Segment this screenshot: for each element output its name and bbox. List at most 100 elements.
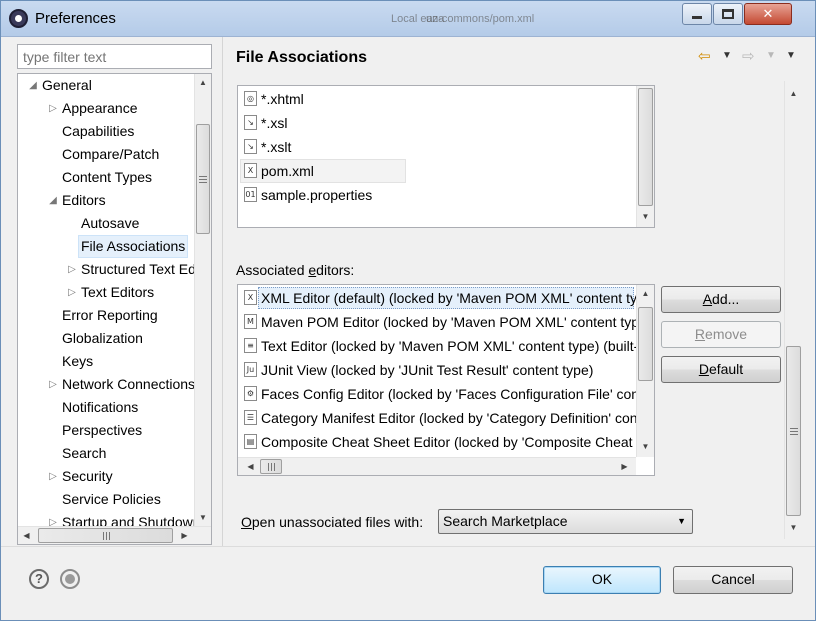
file-type-label: pom.xml bbox=[261, 163, 314, 179]
tree-item-label: Perspectives bbox=[62, 422, 143, 438]
chevron-down-icon: ▼ bbox=[677, 516, 686, 526]
xsl-file-icon: ↘ bbox=[244, 139, 257, 154]
associated-editor-item[interactable]: ▤ Composite Cheat Sheet Editor (locked by… bbox=[244, 431, 636, 453]
associated-editor-item[interactable]: ≡ Text Editor (locked by 'Maven POM XML' … bbox=[244, 335, 636, 357]
tree-collapsed-arrow-icon[interactable]: ▷ bbox=[48, 97, 58, 120]
tree-collapsed-arrow-icon[interactable]: ▷ bbox=[48, 465, 58, 488]
associated-editor-item[interactable]: X XML Editor (default) (locked by 'Maven … bbox=[244, 287, 636, 309]
scroll-down-arrow-icon[interactable]: ▼ bbox=[785, 519, 802, 536]
associated-editor-item[interactable]: M Maven POM Editor (locked by 'Maven POM … bbox=[244, 311, 636, 333]
filter-input[interactable] bbox=[17, 44, 212, 69]
tree-horizontal-scrollbar[interactable]: ◀ ▶ bbox=[18, 526, 211, 544]
tree-item-label: Appearance bbox=[62, 100, 138, 116]
record-macro-icon[interactable] bbox=[60, 569, 80, 589]
scroll-right-arrow-icon[interactable]: ▶ bbox=[176, 527, 193, 544]
add-editor-button[interactable]: Add... bbox=[661, 286, 781, 313]
page-scroll-thumb[interactable] bbox=[786, 346, 801, 516]
scroll-up-arrow-icon[interactable]: ▲ bbox=[785, 85, 802, 102]
associated-editor-item[interactable]: ⚙ Faces Config Editor (locked by 'Faces C… bbox=[244, 383, 636, 405]
scroll-right-arrow-icon[interactable]: ▶ bbox=[616, 458, 633, 475]
category-manifest-icon: ☰ bbox=[244, 410, 257, 425]
properties-file-icon: 01 bbox=[244, 187, 257, 202]
tree-item-label: Search bbox=[62, 445, 107, 461]
scroll-left-arrow-icon[interactable]: ◀ bbox=[242, 458, 259, 475]
tree-vertical-scrollbar[interactable]: ▲ ▼ bbox=[194, 74, 211, 526]
default-editor-button[interactable]: Default bbox=[661, 356, 781, 383]
associated-editor-item[interactable]: Ju JUnit View (locked by 'JUnit Test Resu… bbox=[244, 359, 636, 381]
back-dropdown-icon[interactable]: ▼ bbox=[722, 50, 732, 61]
editors-horizontal-scrollbar[interactable]: ◀ ▶ bbox=[238, 457, 636, 475]
editors-vertical-scrollbar[interactable]: ▲ ▼ bbox=[636, 285, 654, 457]
tree-item-label: Capabilities bbox=[62, 123, 135, 139]
remove-editor-button[interactable]: Remove bbox=[661, 321, 781, 348]
file-type-label: sample.properties bbox=[261, 187, 373, 203]
tree-item-label: Notifications bbox=[62, 399, 139, 415]
grip-icon bbox=[199, 176, 207, 183]
cancel-button[interactable]: Cancel bbox=[673, 566, 793, 594]
tree-item-label: Content Types bbox=[62, 169, 153, 185]
tree-item-label: Autosave bbox=[81, 215, 140, 231]
background-tab: un-commons/pom.xml bbox=[426, 13, 535, 25]
scroll-up-arrow-icon[interactable]: ▲ bbox=[637, 285, 654, 302]
tree-collapsed-arrow-icon[interactable]: ▷ bbox=[67, 258, 77, 281]
preferences-tree[interactable]: ◢ General ▷ Appearance Capabilities Compare/P… bbox=[17, 73, 212, 545]
tree-item-label: Text Editors bbox=[81, 284, 155, 300]
scroll-left-arrow-icon[interactable]: ◀ bbox=[18, 527, 35, 544]
tree-items: ◢ General ▷ Appearance Capabilities Compare/P… bbox=[18, 74, 194, 526]
scroll-down-arrow-icon[interactable]: ▼ bbox=[637, 208, 654, 225]
page-title: File Associations bbox=[236, 49, 367, 66]
scroll-down-arrow-icon[interactable]: ▼ bbox=[195, 509, 211, 526]
close-icon: ✕ bbox=[762, 6, 774, 21]
forward-arrow-icon[interactable]: ⇨ bbox=[742, 47, 755, 65]
editors-hscroll-thumb[interactable] bbox=[260, 459, 282, 474]
xml-editor-icon: X bbox=[244, 290, 257, 305]
tree-collapsed-arrow-icon[interactable]: ▷ bbox=[48, 373, 58, 396]
tree-scroll-thumb[interactable] bbox=[196, 124, 210, 234]
forward-dropdown-icon[interactable]: ▼ bbox=[766, 50, 776, 61]
tree-expanded-arrow-icon[interactable]: ◢ bbox=[48, 189, 58, 212]
tree-item-label: Error Reporting bbox=[62, 307, 158, 323]
scroll-up-arrow-icon[interactable]: ▲ bbox=[195, 74, 211, 91]
file-type-label: *.xsl bbox=[261, 115, 288, 131]
file-type-label: *.xslt bbox=[261, 139, 292, 155]
associated-editor-label: Text Editor (locked by 'Maven POM XML' c… bbox=[261, 338, 636, 354]
view-menu-icon[interactable]: ▼ bbox=[786, 50, 796, 61]
minimize-button[interactable] bbox=[682, 3, 712, 25]
associated-editor-label: Category Manifest Editor (locked by 'Cat… bbox=[261, 410, 636, 426]
tree-item-label: File Associations bbox=[78, 235, 189, 258]
tree-item-label: Structured Text Editors bbox=[81, 261, 194, 277]
tree-collapsed-arrow-icon[interactable]: ▷ bbox=[67, 281, 77, 304]
tree-item-label: Startup and Shutdown bbox=[62, 514, 194, 526]
file-types-list[interactable]: ◎ *.xhtml ↘ *.xsl ↘ *.xslt Xpom.xml 01 sample.pr… bbox=[237, 85, 655, 228]
page-vertical-scrollbar[interactable]: ▲ ▼ bbox=[784, 81, 802, 539]
xsl-file-icon: ↘ bbox=[244, 115, 257, 130]
open-unassociated-combo[interactable]: Search Marketplace ▼ bbox=[438, 509, 693, 534]
tree-item-label: General bbox=[42, 77, 92, 93]
ok-button[interactable]: OK bbox=[543, 566, 661, 594]
scroll-down-arrow-icon[interactable]: ▼ bbox=[637, 438, 654, 455]
grip-icon bbox=[268, 462, 275, 471]
open-unassociated-value: Search Marketplace bbox=[443, 513, 568, 529]
file-types-scroll-thumb[interactable] bbox=[638, 88, 653, 206]
tree-collapsed-arrow-icon[interactable]: ▷ bbox=[48, 511, 58, 526]
file-type-label: *.xhtml bbox=[261, 91, 304, 107]
associated-editors-label: Associated editors: bbox=[236, 262, 355, 278]
associated-editor-label: Maven POM Editor (locked by 'Maven POM X… bbox=[261, 314, 636, 330]
maximize-button[interactable] bbox=[713, 3, 743, 25]
back-arrow-icon[interactable]: ⇦ bbox=[698, 47, 711, 65]
file-types-vertical-scrollbar[interactable]: ▼ bbox=[636, 86, 654, 227]
pane-divider[interactable] bbox=[222, 37, 223, 546]
associated-editor-item[interactable]: ☰ Category Manifest Editor (locked by 'Ca… bbox=[244, 407, 636, 429]
tree-hscroll-thumb[interactable] bbox=[38, 528, 173, 543]
tree-item-label: Keys bbox=[62, 353, 94, 369]
editors-scroll-thumb[interactable] bbox=[638, 307, 653, 381]
cheat-sheet-icon: ▤ bbox=[244, 434, 257, 449]
associated-editors-list[interactable]: X XML Editor (default) (locked by 'Maven … bbox=[237, 284, 655, 476]
tree-expanded-arrow-icon[interactable]: ◢ bbox=[28, 74, 38, 97]
help-icon[interactable]: ? bbox=[29, 569, 49, 589]
close-button[interactable]: ✕ bbox=[744, 3, 792, 25]
eclipse-app-icon bbox=[9, 9, 28, 28]
tree-item-label: Editors bbox=[62, 192, 106, 208]
title-bar[interactable]: Preferences Local eaza un-commons/pom.xm… bbox=[1, 1, 815, 37]
minimize-icon bbox=[692, 15, 702, 19]
